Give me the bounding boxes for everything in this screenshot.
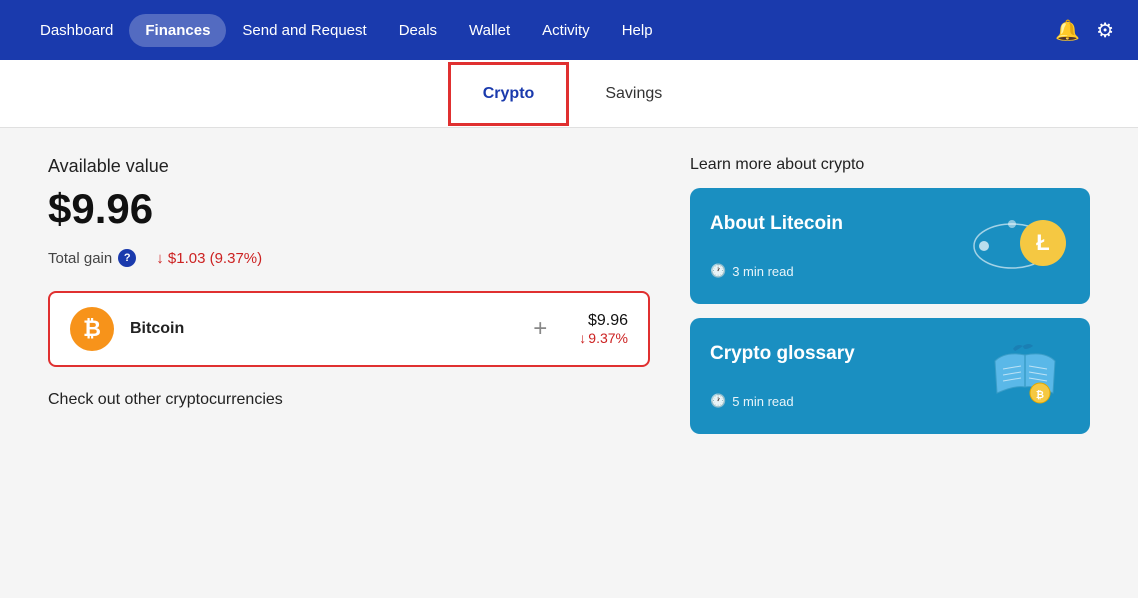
check-other-label: Check out other cryptocurrencies xyxy=(48,391,650,409)
litecoin-illustration: Ł xyxy=(970,206,1070,286)
nav-item-activity[interactable]: Activity xyxy=(526,14,606,47)
nav-item-send-request[interactable]: Send and Request xyxy=(226,14,382,47)
navbar: Dashboard Finances Send and Request Deal… xyxy=(0,0,1138,60)
svg-text:₿: ₿ xyxy=(1036,389,1044,401)
tab-crypto[interactable]: Crypto xyxy=(448,62,570,126)
bitcoin-icon: ₿ xyxy=(70,307,114,351)
nav-item-wallet[interactable]: Wallet xyxy=(453,14,526,47)
bitcoin-values: $9.96 ↓ 9.37% xyxy=(579,312,628,346)
bell-icon[interactable]: 🔔 xyxy=(1055,18,1080,43)
nav-item-finances[interactable]: Finances xyxy=(129,14,226,47)
learn-label: Learn more about crypto xyxy=(690,156,1090,174)
glossary-illustration: ₿ xyxy=(980,336,1070,416)
info-icon[interactable]: ? xyxy=(118,249,136,267)
gain-value: $1.03 (9.37%) xyxy=(156,250,262,267)
glossary-card-left: Crypto glossary 🕐 5 min read xyxy=(710,343,855,409)
glossary-card-title: Crypto glossary xyxy=(710,343,855,365)
glossary-card[interactable]: Crypto glossary 🕐 5 min read xyxy=(690,318,1090,434)
bitcoin-card[interactable]: ₿ Bitcoin + $9.96 ↓ 9.37% xyxy=(48,291,650,367)
bitcoin-change: ↓ 9.37% xyxy=(579,330,628,346)
glossary-card-time: 🕐 5 min read xyxy=(710,393,855,409)
nav-item-dashboard[interactable]: Dashboard xyxy=(24,14,129,47)
right-panel: Learn more about crypto About Litecoin 🕐… xyxy=(690,156,1090,570)
main-content: Available value $9.96 Total gain ? $1.03… xyxy=(0,128,1138,598)
litecoin-card-title: About Litecoin xyxy=(710,213,843,235)
litecoin-coin-icon: Ł xyxy=(1020,220,1066,266)
nav-item-deals[interactable]: Deals xyxy=(383,14,453,47)
left-panel: Available value $9.96 Total gain ? $1.03… xyxy=(48,156,650,570)
litecoin-card-left: About Litecoin 🕐 3 min read xyxy=(710,213,843,279)
available-value: $9.96 xyxy=(48,185,650,233)
tabs-row: Crypto Savings xyxy=(0,60,1138,128)
litecoin-card-time: 🕐 3 min read xyxy=(710,263,843,279)
bitcoin-amount: $9.96 xyxy=(579,312,628,330)
tab-savings[interactable]: Savings xyxy=(573,65,694,123)
clock-icon: 🕐 xyxy=(710,263,726,279)
litecoin-card[interactable]: About Litecoin 🕐 3 min read Ł xyxy=(690,188,1090,304)
bitcoin-name: Bitcoin xyxy=(130,320,501,338)
nav-icons: 🔔 ⚙ xyxy=(1055,18,1114,43)
available-label: Available value xyxy=(48,156,650,177)
total-gain-row: Total gain ? $1.03 (9.37%) xyxy=(48,249,650,267)
total-gain-label: Total gain ? xyxy=(48,249,136,267)
nav-item-help[interactable]: Help xyxy=(606,14,669,47)
settings-icon[interactable]: ⚙ xyxy=(1096,18,1114,43)
clock-icon: 🕐 xyxy=(710,393,726,409)
bitcoin-add-button[interactable]: + xyxy=(533,315,547,343)
arrow-down-icon: ↓ xyxy=(579,330,586,346)
